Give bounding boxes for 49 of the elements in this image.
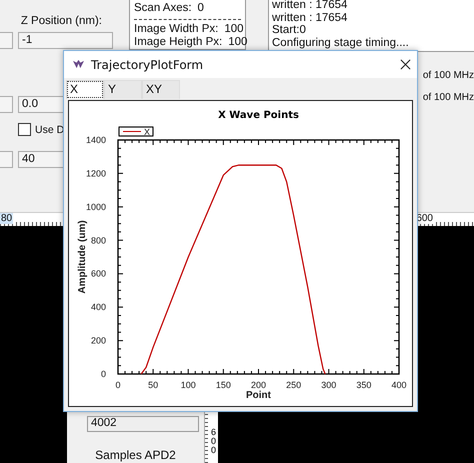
close-icon[interactable]: [400, 59, 411, 70]
ruler-label: 600: [209, 428, 218, 455]
window-title: TrajectoryPlotForm: [91, 58, 204, 72]
log-line: written : 17654: [272, 0, 348, 12]
y-tick-label: 1200: [86, 168, 106, 178]
info-label: Image Heigth Px:: [134, 36, 222, 49]
x-tick-label: 100: [180, 380, 196, 390]
info-value: 0: [198, 2, 204, 15]
chart-title: X Wave Points: [218, 110, 299, 121]
log-line: Configuring stage timing....: [272, 36, 410, 49]
sample-field[interactable]: 4002: [87, 416, 199, 432]
x-tick-label: 300: [321, 380, 336, 390]
x-tick-label: 0: [116, 380, 120, 390]
input-field[interactable]: [0, 32, 13, 49]
x-tick-label: 250: [286, 380, 302, 390]
y-tick-label: 200: [90, 336, 106, 346]
rate-label: of 100 MHz: [422, 69, 474, 83]
y-tick-label: 600: [90, 268, 106, 279]
x-tick-label: 150: [216, 380, 231, 390]
app-icon: [72, 59, 85, 70]
checkbox[interactable]: [18, 123, 31, 136]
info-value: 100: [224, 23, 244, 36]
ruler-label: 80: [0, 213, 14, 224]
info-value: 100: [228, 36, 248, 49]
tab[interactable]: X: [66, 80, 104, 99]
x-tick-label: 50: [148, 380, 158, 390]
x-axis-label: Point: [246, 390, 271, 401]
x-tick-label: 400: [391, 380, 407, 390]
input-field[interactable]: [0, 151, 13, 168]
tab[interactable]: Y: [104, 80, 142, 99]
z-position-field[interactable]: -1: [18, 32, 113, 49]
y-tick-label: 800: [90, 235, 106, 246]
log-line: written : 17654: [272, 12, 348, 24]
x-tick-label: 200: [250, 380, 266, 390]
rate-label: of 100 MHz: [422, 91, 474, 105]
tab[interactable]: XY: [142, 80, 180, 99]
y-tick-label: 1400: [86, 135, 106, 145]
info-label: Image Width Px:: [134, 23, 218, 36]
samples-label: Samples APD2: [95, 448, 176, 462]
x-tick-label: 350: [356, 380, 372, 390]
y-tick-label: 400: [90, 302, 106, 312]
input-field[interactable]: [0, 96, 13, 113]
legend-label: X: [144, 127, 150, 137]
log-line: Start:0: [272, 24, 307, 36]
y-axis-label: Amplitude (um): [77, 220, 88, 294]
z-position-label: Z Position (nm):: [20, 15, 102, 27]
y-tick-label: 0: [100, 369, 106, 379]
y-tick-label: 1000: [86, 202, 106, 212]
info-label: Scan Axes:: [134, 2, 192, 15]
